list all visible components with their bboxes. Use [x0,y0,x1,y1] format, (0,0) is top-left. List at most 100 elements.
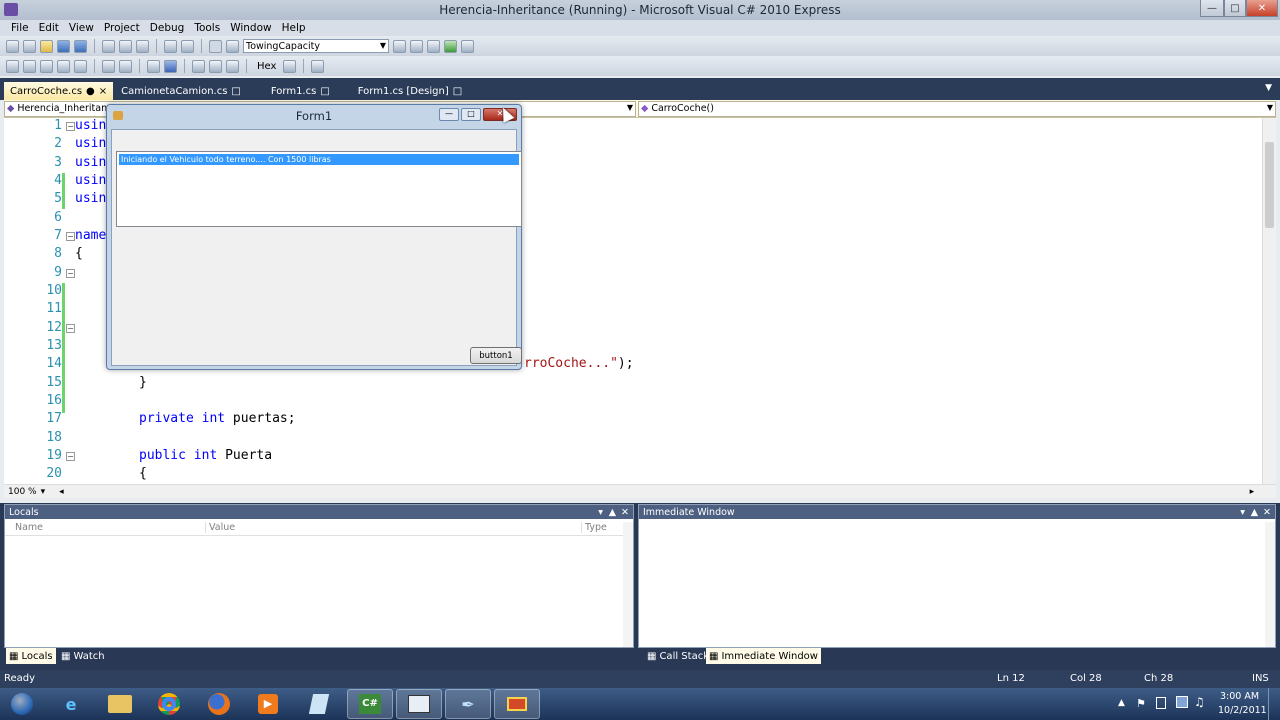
tab-locals[interactable]: ▦ Locals [6,648,56,664]
close-icon[interactable]: ✕ [1263,507,1271,518]
cut-icon[interactable] [102,39,115,53]
undo-icon[interactable] [164,39,177,53]
tab-overflow-icon[interactable]: ▼ [1265,83,1272,93]
properties-icon[interactable] [410,39,423,53]
network-icon[interactable] [1176,696,1188,708]
feather-app-icon[interactable]: ✒ [445,689,491,719]
dropdown-icon[interactable]: ▾ [598,507,603,518]
show-desktop-button[interactable] [1268,688,1280,720]
button1[interactable]: button1 [470,347,522,364]
clock-date[interactable]: 10/2/2011 [1218,705,1267,716]
tab-immediate-window[interactable]: ▦ Immediate Window [706,648,821,664]
start-page-icon[interactable] [444,39,457,53]
column-type[interactable]: Type [581,522,607,533]
step-into-icon[interactable] [192,59,205,73]
running-app-taskbar-button[interactable] [494,689,540,719]
step-over-icon[interactable] [209,59,222,73]
immediate-scrollbar[interactable] [1265,522,1275,647]
form-minimize-button[interactable]: — [439,108,459,121]
editor-vertical-scrollbar[interactable] [1262,118,1276,484]
maximize-button[interactable]: □ [1224,0,1246,17]
menu-project[interactable]: Project [99,22,145,34]
show-next-statement-icon[interactable] [283,59,297,73]
menu-view[interactable]: View [64,22,99,34]
firefox-icon[interactable] [196,689,242,719]
add-item-icon[interactable] [23,39,36,53]
fold-toggle-icon[interactable]: − [66,122,75,131]
zoom-level[interactable]: 100 % [8,487,37,497]
chevron-down-icon[interactable]: ▾ [41,487,46,497]
indent-icon[interactable] [74,59,87,73]
chrome-icon[interactable] [146,689,192,719]
breakpoints-window-icon[interactable] [311,59,325,73]
paste-icon[interactable] [136,39,149,53]
fold-toggle-icon[interactable]: − [66,452,75,461]
action-center-flag-icon[interactable]: ⚑ [1136,697,1146,710]
uncomment-icon[interactable] [119,59,132,73]
notepad-icon[interactable] [296,689,342,719]
menu-edit[interactable]: Edit [34,22,64,34]
column-name[interactable]: Name [15,522,43,533]
menu-debug[interactable]: Debug [145,22,190,34]
solution-explorer-icon[interactable] [393,39,406,53]
minimize-button[interactable]: — [1200,0,1224,17]
step-out-icon[interactable] [226,59,239,73]
form1-taskbar-button[interactable] [396,689,442,719]
tab-carrocoche-cs[interactable]: CarroCoche.cs ● × [4,82,114,100]
dropdown-icon[interactable]: ▾ [1240,507,1245,518]
pin-icon[interactable]: ● [86,86,95,97]
internet-explorer-icon[interactable]: e [48,689,94,719]
immediate-panel[interactable]: Immediate Window ▾ ▲ ✕ [638,504,1276,648]
chevron-down-icon[interactable]: ▼ [627,103,633,112]
menu-file[interactable]: File [6,22,34,34]
tab-call-stack[interactable]: ▦ Call Stack [644,648,712,664]
form1-window[interactable]: Form1 — □ ✕ Iniciando el Vehiculo todo t… [106,104,522,370]
fold-toggle-icon[interactable]: − [66,324,75,333]
extension-manager-icon[interactable] [461,39,474,53]
chevron-down-icon[interactable]: ▼ [1267,103,1273,112]
media-player-icon[interactable]: ▶ [245,689,291,719]
tab-form1-design[interactable]: Form1.cs [Design] □ [352,82,468,100]
menu-help[interactable]: Help [277,22,311,34]
scroll-left-icon[interactable]: ◂ [59,487,64,497]
redo-icon[interactable] [181,39,194,53]
member-dropdown[interactable]: ◆ CarroCoche() ▼ [638,100,1276,117]
save-all-icon[interactable] [74,39,87,53]
listbox-selected-item[interactable]: Iniciando el Vehiculo todo terreno.... C… [119,154,519,165]
scroll-right-icon[interactable]: ▸ [1250,487,1255,497]
locals-scrollbar[interactable] [623,522,633,647]
tab-form1-cs[interactable]: Form1.cs □ [265,82,336,100]
text-editor-icon[interactable] [6,59,19,73]
word-complete-icon[interactable] [57,59,70,73]
open-folder-icon[interactable] [40,39,53,53]
find-combo[interactable]: TowingCapacity ▼ [243,39,389,53]
start-button[interactable] [0,689,44,719]
pin-icon[interactable]: ▲ [1251,507,1258,518]
new-project-icon[interactable] [6,39,19,53]
save-icon[interactable] [57,39,70,53]
chevron-down-icon[interactable]: ▼ [380,41,386,50]
fold-toggle-icon[interactable]: − [66,232,75,241]
visual-csharp-taskbar-button[interactable]: C# [347,689,393,719]
parameter-info-icon[interactable] [40,59,53,73]
form-maximize-button[interactable]: □ [461,108,481,121]
menu-window[interactable]: Window [225,22,276,34]
start-debugging-icon[interactable] [209,39,222,53]
toolbox-icon[interactable] [427,39,440,53]
scroll-thumb[interactable] [1265,142,1274,228]
clock-time[interactable]: 3:00 AM [1220,691,1259,702]
pin-icon[interactable]: ▲ [609,507,616,518]
fold-toggle-icon[interactable]: − [66,269,75,278]
find-icon[interactable] [226,39,239,53]
show-hidden-icons[interactable]: ▲ [1118,698,1125,708]
vehicle-listbox[interactable]: Iniciando el Vehiculo todo terreno.... C… [116,151,522,227]
close-icon[interactable]: ✕ [621,507,629,518]
copy-icon[interactable] [119,39,132,53]
hex-toggle[interactable]: Hex [254,61,279,72]
column-value[interactable]: Value [205,522,235,533]
close-button[interactable]: ✕ [1246,0,1278,17]
tab-camionetacamion-cs[interactable]: CamionetaCamion.cs □ [115,82,247,100]
windows-explorer-icon[interactable] [97,689,143,719]
tab-watch[interactable]: ▦ Watch [58,648,108,664]
volume-icon[interactable]: ♫ [1194,695,1205,709]
